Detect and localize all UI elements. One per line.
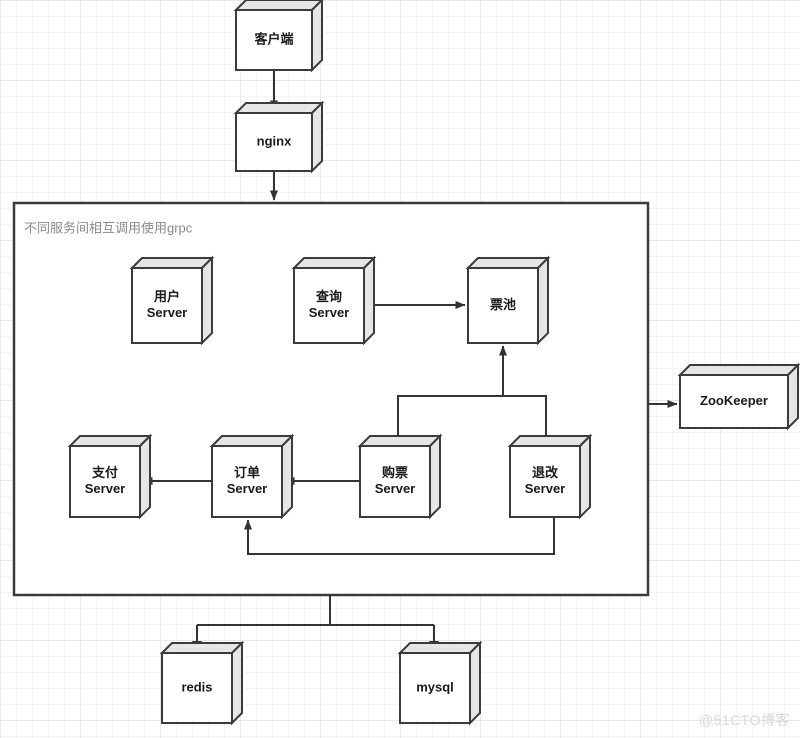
box-top-face [233, 102, 325, 114]
node-zookeeper[interactable]: ZooKeeper [677, 362, 800, 431]
node-label: 客户端 [254, 31, 293, 46]
node-buy[interactable]: 购票Server [357, 433, 443, 520]
node-label: Server [227, 481, 267, 496]
box-top-face [357, 435, 443, 447]
node-label: redis [181, 679, 212, 694]
node-label: 查询 [315, 289, 342, 304]
architecture-diagram: 不同服务间相互调用使用grpc 客户端nginx用户Server查询Server… [12, 0, 800, 726]
box-top-face [291, 257, 377, 269]
box-side-face [201, 255, 213, 346]
box-top-face [677, 364, 800, 376]
node-label: Server [309, 305, 349, 320]
node-label: Server [525, 481, 565, 496]
node-user[interactable]: 用户Server [129, 255, 215, 346]
box-side-face [579, 433, 591, 520]
box-top-face [507, 435, 593, 447]
node-label: 订单 [234, 465, 260, 480]
diagram-canvas: 不同服务间相互调用使用grpc 客户端 nginx 用户 Server 查询 Server… [0, 0, 800, 738]
box-side-face [787, 362, 799, 431]
box-side-face [537, 255, 549, 346]
node-pay[interactable]: 支付Server [67, 433, 153, 520]
box-side-face [363, 255, 375, 346]
node-mysql[interactable]: mysql [397, 640, 483, 726]
node-ticketpool[interactable]: 票池 [465, 255, 551, 346]
node-label: Server [147, 305, 187, 320]
box-side-face [311, 100, 323, 174]
box-top-face [159, 642, 245, 654]
node-label: mysql [416, 679, 454, 694]
node-label: 购票 [382, 465, 408, 480]
box-side-face [281, 433, 293, 520]
box-top-face [129, 257, 215, 269]
box-side-face [469, 640, 481, 726]
node-label: 退改 [532, 465, 559, 480]
box-top-face [397, 642, 483, 654]
node-label: Server [85, 481, 125, 496]
box-side-face [139, 433, 151, 520]
node-nginx[interactable]: nginx [233, 100, 325, 174]
node-client[interactable]: 客户端 [233, 0, 324, 73]
container-label: 不同服务间相互调用使用grpc [24, 220, 193, 235]
connector-container-to-db [196, 595, 435, 650]
box-top-face [465, 257, 551, 269]
box-side-face [231, 640, 243, 726]
site-watermark: @51CTO博客 [698, 712, 790, 728]
box-top-face [233, 0, 324, 11]
node-query[interactable]: 查询Server [291, 255, 377, 346]
node-label: ZooKeeper [700, 393, 768, 408]
node-label: 票池 [490, 297, 516, 312]
node-label: 用户 [153, 289, 180, 304]
node-refund[interactable]: 退改Server [507, 433, 593, 520]
node-redis[interactable]: redis [159, 640, 245, 726]
box-side-face [429, 433, 441, 520]
node-label: Server [375, 481, 415, 496]
box-side-face [311, 0, 323, 73]
node-label: nginx [257, 133, 292, 148]
box-top-face [209, 435, 295, 447]
node-label: 支付 [91, 465, 118, 480]
node-order[interactable]: 订单Server [209, 433, 295, 520]
box-top-face [67, 435, 153, 447]
